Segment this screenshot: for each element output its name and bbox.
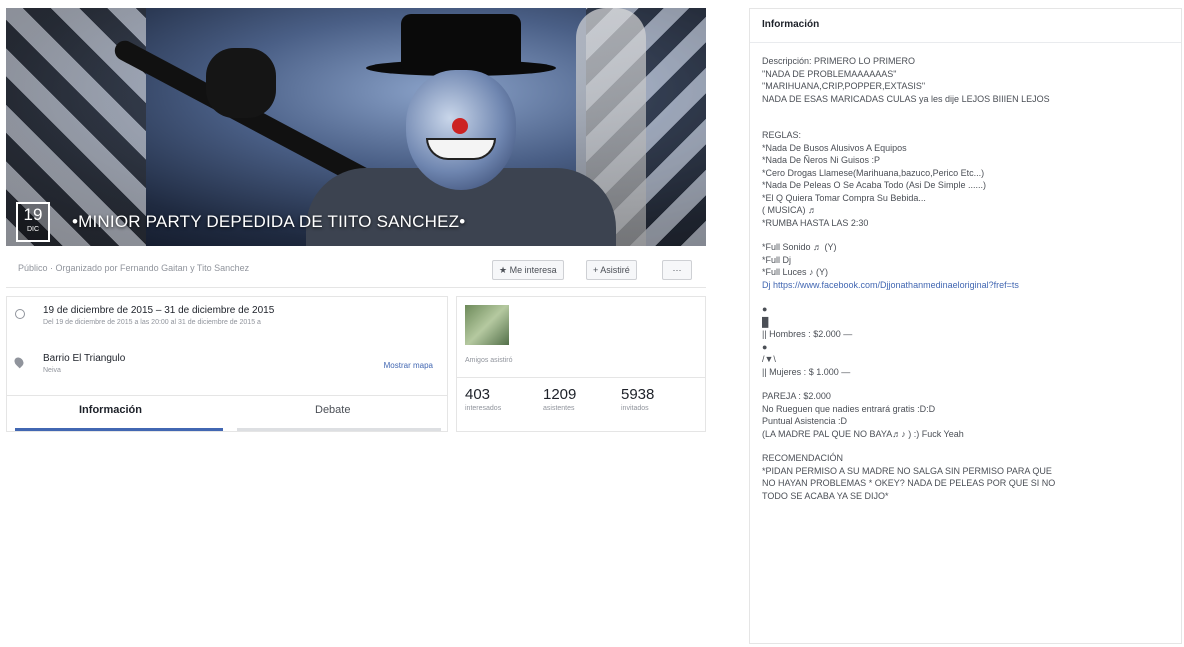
stat-value: 1209	[543, 386, 577, 403]
description-line: "NADA DE PROBLEMAAAAAAS"	[762, 68, 897, 79]
description-line: (LA MADRE PAL QUE NO BAYA♬♪ ) :) Fuck Ye…	[762, 428, 964, 439]
description-line: *Full Luces ♪ (Y)	[762, 267, 829, 277]
description-line: ●	[762, 304, 768, 314]
description-line: No Rueguen que nadies entrará gratis :D:…	[762, 403, 936, 414]
description-line: NO HAYAN PROBLEMAS * OKEY? NADA DE PELEA…	[762, 478, 1056, 488]
stat-interested[interactable]: 403 interesados	[465, 386, 501, 412]
event-details-card: 19 de diciembre de 2015 – 31 de diciembr…	[6, 296, 448, 432]
event-cover-photo[interactable]: 19 DIC •MINIOR PARTY DEPEDIDA DE TIITO S…	[6, 8, 706, 246]
stat-label: interesados	[465, 405, 502, 412]
description-line: || Hombres : $2.000 —	[762, 329, 853, 339]
cover-hat	[401, 14, 521, 69]
cover-clown-nose	[452, 118, 468, 134]
event-tabs: Información Debate	[7, 395, 447, 431]
friends-attending-label: Amigos asistiró	[465, 357, 513, 364]
event-date-day: 19	[23, 205, 43, 224]
stat-label: asistentes	[543, 405, 575, 412]
description-line: *Full Sonido ♬ (Y)	[762, 242, 837, 252]
description-line: █	[762, 316, 769, 327]
description-line: /▼\	[762, 354, 776, 364]
information-panel: Información Descripción: PRIMERO LO PRIM…	[749, 8, 1182, 644]
event-title: •MINIOR PARTY DEPEDIDA DE TIITO SANCHEZ•	[72, 212, 466, 231]
description-line: PAREJA : $2.000	[762, 391, 831, 401]
description-line: NADA DE ESAS MARICADAS CULAS ya les dije…	[762, 93, 1050, 104]
description-line: TODO SE ACABA YA SE DIJO*	[762, 490, 889, 501]
stat-invited[interactable]: 5938 invitados	[621, 386, 654, 412]
event-date-main: 19 de diciembre de 2015 – 31 de diciembr…	[43, 305, 275, 316]
tab-debate[interactable]: Debate	[315, 404, 350, 416]
event-privacy-organizer: Público · Organizado por Fernando Gaitan…	[18, 263, 250, 273]
event-date-badge: 19 DIC	[16, 202, 50, 242]
event-date-sub: Del 19 de diciembre de 2015 a las 20:00 …	[43, 319, 261, 326]
event-date-month: DIC	[26, 226, 40, 233]
dj-link[interactable]: Dj https://www.facebook.com/Djjonathanme…	[762, 279, 1174, 292]
description-line: || Mujeres : $ 1.000 —	[762, 366, 851, 377]
description-line: *Nada De Busos Alusivos A Equipos	[762, 142, 907, 153]
event-place-main[interactable]: Barrio El Triangulo	[43, 353, 125, 364]
description-line: Descripción: PRIMERO LO PRIMERO	[762, 56, 916, 66]
description-line: REGLAS:	[762, 130, 802, 140]
friend-avatar[interactable]	[465, 305, 509, 345]
description-line: ( MUSICA) ♬	[762, 205, 817, 215]
stat-value: 403	[465, 386, 491, 403]
description-line: *RUMBA HASTA LAS 2:30	[762, 217, 869, 228]
description-line: "MARIHUANA,CRIP,POPPER,EXTASIS"	[762, 81, 926, 91]
more-options-button[interactable]: ···	[662, 260, 692, 280]
event-place-sub: Neiva	[43, 367, 61, 374]
description-line: *Nada De Peleas O Se Acaba Todo (Asi De …	[762, 180, 986, 190]
tab-information[interactable]: Información	[79, 404, 142, 416]
description-line: Puntual Asistencia :D	[762, 416, 848, 426]
show-map-link[interactable]: Mostrar mapa	[384, 361, 433, 370]
stat-attending[interactable]: 1209 asistentes	[543, 386, 576, 412]
interested-button[interactable]: ★ Me interesa	[492, 260, 564, 280]
cover-clown-smile	[426, 138, 496, 160]
description-line: RECOMENDACIÓN	[762, 453, 844, 463]
stat-value: 5938	[621, 386, 655, 403]
event-meta-bar: Público · Organizado por Fernando Gaitan…	[6, 250, 706, 288]
stat-label: invitados	[621, 405, 649, 412]
tab-inactive-indicator	[237, 428, 441, 431]
description-line: *Nada De Ñeros Ni Guisos :P	[762, 155, 881, 165]
description-line: *Full Dj	[762, 254, 792, 265]
description-line: *Cero Drogas Llamese(Marihuana,bazuco,Pe…	[762, 167, 985, 178]
information-description: Descripción: PRIMERO LO PRIMERO "NADA DE …	[762, 55, 1174, 502]
attendance-card: Amigos asistiró 403 interesados 1209 asi…	[456, 296, 706, 432]
description-line: *PIDAN PERMISO A SU MADRE NO SALGA SIN P…	[762, 465, 1052, 476]
tab-active-indicator	[15, 428, 223, 431]
information-heading: Información	[750, 9, 1181, 43]
description-line: *El Q Quiera Tomar Compra Su Bebida...	[762, 192, 926, 203]
cover-glove	[206, 48, 276, 118]
attend-button[interactable]: + Asistiré	[586, 260, 637, 280]
location-pin-icon	[12, 355, 26, 369]
clock-icon	[15, 309, 25, 319]
description-line: ●	[762, 341, 768, 352]
attendance-stats: 403 interesados 1209 asistentes 5938 inv…	[457, 377, 705, 412]
